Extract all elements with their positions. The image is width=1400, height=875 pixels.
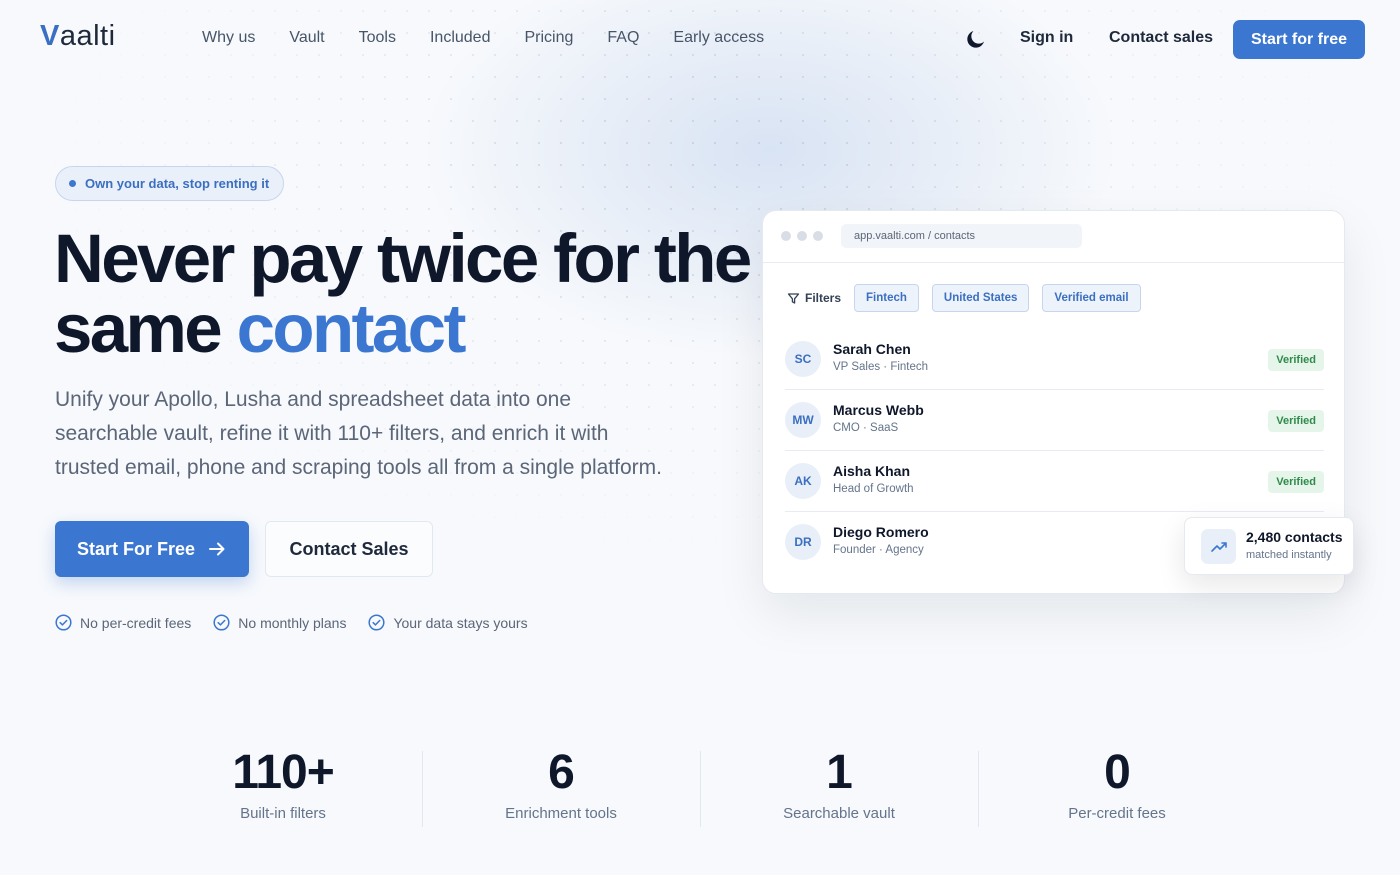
contact-role: CMO · SaaS xyxy=(833,422,899,434)
headline-accent: contact xyxy=(236,290,467,367)
match-count-subtitle: matched instantly xyxy=(1246,549,1332,561)
nav-link-tools[interactable]: Tools xyxy=(359,29,396,47)
start-for-free-button[interactable]: Start for free xyxy=(1233,20,1365,59)
contact-row: SC Sarah Chen VP Sales · Fintech Verifie… xyxy=(785,329,1324,390)
hero-headline: Never pay twice for the same contact xyxy=(54,224,754,364)
brand-logo[interactable]: Vaalti xyxy=(40,20,116,53)
filter-icon xyxy=(787,292,800,304)
stat-item: 1 Searchable vault xyxy=(700,745,978,829)
top-nav: Vaalti Why us Vault Tools Included Prici… xyxy=(0,0,1400,78)
contact-name: Aisha Khan xyxy=(833,463,911,479)
perk-label: No monthly plans xyxy=(238,614,347,631)
stat-item: 110+ Built-in filters xyxy=(144,745,422,829)
stat-value: 1 xyxy=(826,746,853,799)
cta-primary-label: Start For Free xyxy=(76,538,196,559)
trending-up-icon xyxy=(1201,529,1236,564)
pill-text: Own your data, stop renting it xyxy=(85,176,270,191)
app-window-bar: app.vaalti.com / contacts xyxy=(763,211,1344,263)
nav-link-why-us[interactable]: Why us xyxy=(202,29,255,47)
stat-label: Searchable vault xyxy=(783,805,895,822)
match-count-card: 2,480 contacts matched instantly xyxy=(1184,517,1354,575)
stat-value: 6 xyxy=(548,746,575,799)
filters-button: Filters xyxy=(787,291,841,305)
check-circle-icon xyxy=(213,614,230,631)
contact-name: Sarah Chen xyxy=(833,341,911,357)
logo-v: V xyxy=(40,20,60,52)
nav-links: Why us Vault Tools Included Pricing FAQ … xyxy=(202,29,798,47)
nav-link-pricing[interactable]: Pricing xyxy=(524,29,573,47)
perk-label: Your data stays yours xyxy=(393,614,528,631)
logo-rest: aalti xyxy=(59,20,116,52)
filters-label: Filters xyxy=(805,291,842,305)
nav-link-early-access[interactable]: Early access xyxy=(673,29,764,47)
window-dot-icon xyxy=(781,231,791,241)
avatar: DR xyxy=(785,524,821,560)
contact-sales-cta[interactable]: Contact Sales xyxy=(265,521,433,577)
url-bar: app.vaalti.com / contacts xyxy=(841,224,1082,248)
filter-chip-fintech: Fintech xyxy=(854,284,919,312)
moon-icon[interactable] xyxy=(964,27,988,51)
nav-link-faq[interactable]: FAQ xyxy=(607,29,639,47)
nav-link-included[interactable]: Included xyxy=(430,29,491,47)
contact-sales-link[interactable]: Contact sales xyxy=(1109,29,1213,47)
contact-name: Diego Romero xyxy=(833,524,929,540)
perk-item: No monthly plans xyxy=(213,614,346,631)
contact-row: AK Aisha Khan Head of Growth Verified xyxy=(785,451,1324,512)
stat-item: 6 Enrichment tools xyxy=(422,745,700,829)
arrow-right-icon xyxy=(209,542,225,556)
contact-role: VP Sales · Fintech xyxy=(833,361,929,373)
check-circle-icon xyxy=(55,614,72,631)
window-dot-icon xyxy=(797,231,807,241)
stat-item: 0 Per-credit fees xyxy=(978,745,1256,829)
avatar: MW xyxy=(785,402,821,438)
verified-badge: Verified xyxy=(1268,471,1324,493)
stats-row: 110+ Built-in filters 6 Enrichment tools… xyxy=(144,745,1256,829)
stat-value: 0 xyxy=(1104,746,1131,799)
nav-link-vault[interactable]: Vault xyxy=(289,29,324,47)
stat-value: 110+ xyxy=(232,746,334,799)
contact-name: Marcus Webb xyxy=(833,402,924,418)
contact-role: Founder · Agency xyxy=(833,544,924,556)
contact-row: MW Marcus Webb CMO · SaaS Verified xyxy=(785,390,1324,451)
hero-pill-badge: Own your data, stop renting it xyxy=(55,166,285,201)
avatar: AK xyxy=(785,463,821,499)
perks-list: No per-credit fees No monthly plans Your… xyxy=(55,614,550,631)
match-count-title: 2,480 contacts xyxy=(1246,529,1343,545)
contact-role: Head of Growth xyxy=(833,483,914,495)
window-dot-icon xyxy=(813,231,823,241)
stat-label: Enrichment tools xyxy=(505,805,617,822)
perk-item: No per-credit fees xyxy=(55,614,191,631)
filter-chip-verified-email: Verified email xyxy=(1042,284,1141,312)
sign-in-link[interactable]: Sign in xyxy=(1020,29,1073,47)
perk-label: No per-credit fees xyxy=(80,614,192,631)
filter-chip-united-states: United States xyxy=(931,284,1030,312)
pill-dot-icon xyxy=(69,180,76,187)
start-for-free-cta[interactable]: Start For Free xyxy=(55,521,249,577)
check-circle-icon xyxy=(368,614,386,631)
avatar: SC xyxy=(785,341,821,377)
stat-label: Built-in filters xyxy=(240,805,326,822)
hero-subtitle: Unify your Apollo, Lusha and spreadsheet… xyxy=(55,388,662,479)
perk-item: Your data stays yours xyxy=(368,614,528,631)
filter-bar: Filters Fintech United States Verified e… xyxy=(787,284,1154,312)
verified-badge: Verified xyxy=(1268,349,1324,371)
stat-label: Per-credit fees xyxy=(1068,805,1166,822)
verified-badge: Verified xyxy=(1268,410,1324,432)
